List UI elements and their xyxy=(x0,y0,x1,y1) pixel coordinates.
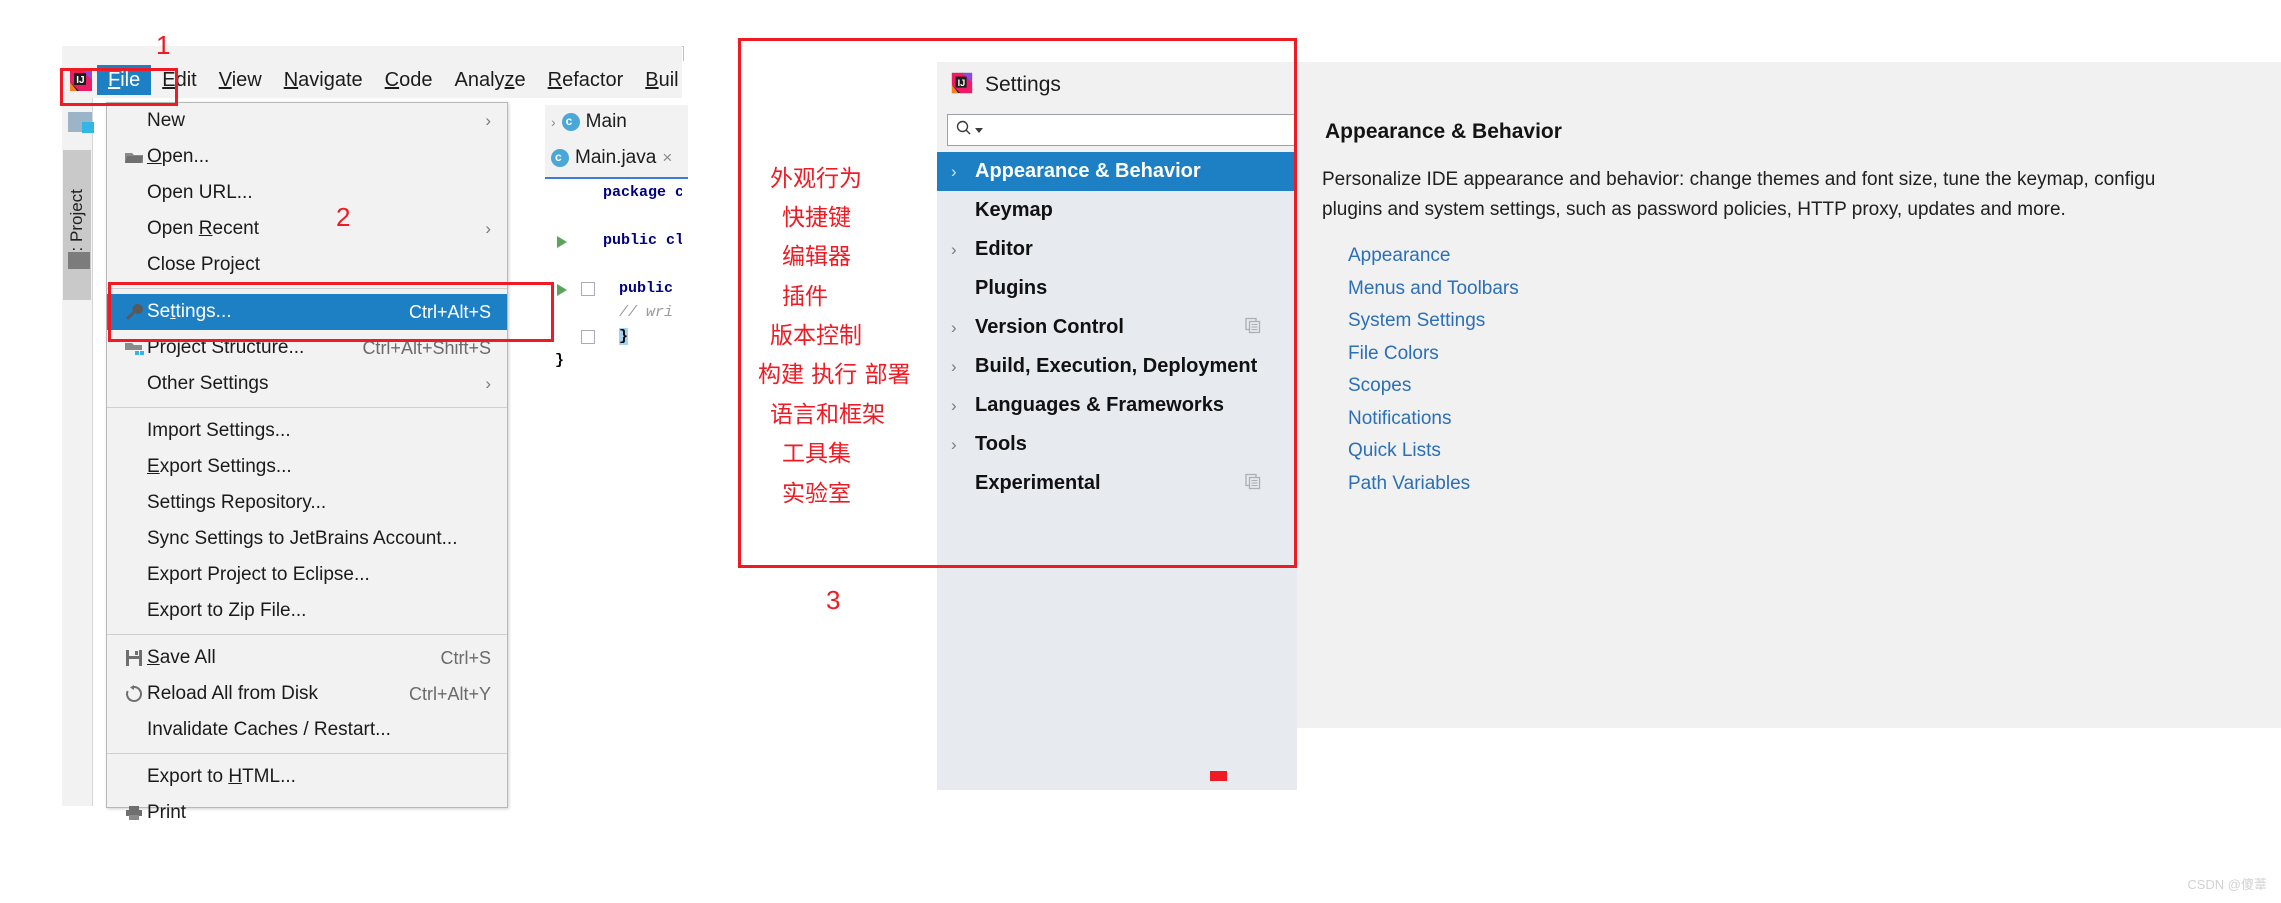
annotation-number-2: 2 xyxy=(336,202,351,232)
menu-item-label: Invalidate Caches / Restart... xyxy=(147,719,391,740)
chevron-right-icon: › xyxy=(551,114,556,130)
menu-item-reload-all[interactable]: Reload All from Disk Ctrl+Alt+Y xyxy=(107,676,507,712)
print-icon xyxy=(121,805,147,821)
sidebar-item-project[interactable]: 1: Project xyxy=(63,150,91,300)
menu-item-label: Export to Zip File... xyxy=(147,600,307,621)
page-title: Appearance & Behavior xyxy=(1325,120,1562,143)
save-icon xyxy=(121,649,147,667)
menu-item-export-eclipse[interactable]: Export Project to Eclipse... xyxy=(107,557,507,593)
menu-item-label: Settings Repository... xyxy=(147,492,327,513)
menu-item-label: Import Settings... xyxy=(147,420,291,441)
menu-item-label: Export Settings... xyxy=(147,456,292,477)
link-appearance[interactable]: Appearance xyxy=(1348,240,1519,273)
menu-item-invalidate-caches[interactable]: Invalidate Caches / Restart... xyxy=(107,712,507,748)
menu-code[interactable]: Code xyxy=(374,65,444,95)
annotation-number-3: 3 xyxy=(826,585,841,615)
code-line-3: // wri xyxy=(619,304,674,321)
menu-build[interactable]: Buil xyxy=(634,65,689,95)
link-quick-lists[interactable]: Quick Lists xyxy=(1348,435,1519,468)
menu-item-open-recent[interactable]: Open Recent › xyxy=(107,211,507,247)
java-class-icon: c xyxy=(551,149,569,167)
link-system-settings[interactable]: System Settings xyxy=(1348,305,1519,338)
project-structure-icon xyxy=(121,340,147,357)
menu-item-open[interactable]: Open... xyxy=(107,139,507,175)
menu-navigate[interactable]: Navigate xyxy=(273,65,374,95)
link-path-variables[interactable]: Path Variables xyxy=(1348,468,1519,501)
breadcrumb: › c Main xyxy=(545,105,688,140)
menu-item-open-url[interactable]: Open URL... xyxy=(107,175,507,211)
run-gutter-icon[interactable] xyxy=(557,284,567,296)
chevron-right-icon: › xyxy=(485,219,491,238)
menu-item-shortcut: Ctrl+S xyxy=(440,647,491,668)
menu-item-save-all[interactable]: Save All Ctrl+S xyxy=(107,640,507,676)
fold-marker-icon[interactable] xyxy=(581,282,595,296)
menu-separator xyxy=(107,753,507,754)
editor-tab-bar[interactable]: c Main.java × xyxy=(545,139,688,179)
menu-item-label: Other Settings xyxy=(147,373,269,394)
tab-main-java[interactable]: Main.java xyxy=(575,147,656,169)
project-tab-label: 1: Project xyxy=(67,189,86,261)
menu-item-other-settings[interactable]: Other Settings › xyxy=(107,366,507,402)
chevron-right-icon: › xyxy=(485,374,491,393)
menu-item-export-settings[interactable]: Export Settings... xyxy=(107,449,507,485)
link-notifications[interactable]: Notifications xyxy=(1348,403,1519,436)
menu-item-settings-repository[interactable]: Settings Repository... xyxy=(107,485,507,521)
code-line-2: public xyxy=(619,280,674,297)
editor-code[interactable]: package co public cla public // wri } } xyxy=(545,180,682,370)
annotation-box-1 xyxy=(60,68,178,106)
link-file-colors[interactable]: File Colors xyxy=(1348,338,1519,371)
annotation-box-3 xyxy=(738,38,1297,568)
menu-item-export-html[interactable]: Export to HTML... xyxy=(107,759,507,795)
annotation-mark xyxy=(1210,771,1227,781)
menu-item-close-project[interactable]: Close Project xyxy=(107,247,507,283)
menu-analyze[interactable]: Analyze xyxy=(443,65,536,95)
panel-description: Personalize IDE appearance and behavior:… xyxy=(1322,169,2156,220)
menu-separator xyxy=(107,407,507,408)
link-menus-and-toolbars[interactable]: Menus and Toolbars xyxy=(1348,273,1519,306)
menu-item-label: Reload All from Disk xyxy=(147,683,319,704)
link-scopes[interactable]: Scopes xyxy=(1348,370,1519,403)
reload-icon xyxy=(121,685,147,703)
folder-icon[interactable] xyxy=(68,252,90,269)
menu-item-shortcut: Ctrl+Alt+Y xyxy=(408,683,491,704)
menu-item-sync-settings[interactable]: Sync Settings to JetBrains Account... xyxy=(107,521,507,557)
folder-open-icon xyxy=(121,149,147,165)
menu-item-label: New xyxy=(147,110,186,131)
menu-separator xyxy=(107,634,507,635)
menu-item-label: Sync Settings to JetBrains Account... xyxy=(147,528,458,549)
menu-item-import-settings[interactable]: Import Settings... xyxy=(107,413,507,449)
fold-marker-icon[interactable] xyxy=(581,330,595,344)
breadcrumb-label: Main xyxy=(585,111,627,132)
menu-item-label: Print xyxy=(147,802,187,823)
menu-item-label: Close Project xyxy=(147,254,260,275)
chevron-right-icon: › xyxy=(485,111,491,130)
code-line-1: public cla xyxy=(603,232,682,249)
settings-subpage-links[interactable]: Appearance Menus and Toolbars System Set… xyxy=(1348,240,1519,500)
java-class-icon: c xyxy=(561,113,580,131)
project-folder-icon-accent xyxy=(82,122,94,133)
run-gutter-icon[interactable] xyxy=(557,236,567,248)
menu-item-label: Open URL... xyxy=(147,182,253,203)
menu-item-label: Open Recent xyxy=(147,218,259,239)
menu-item-print[interactable]: Print xyxy=(107,795,507,831)
watermark: CSDN @傻葦 xyxy=(2187,877,2267,892)
close-icon[interactable]: × xyxy=(662,148,672,168)
menu-item-new[interactable]: New › xyxy=(107,103,507,139)
menu-item-label: Export to HTML... xyxy=(147,766,296,787)
annotation-number-1: 1 xyxy=(156,30,171,60)
menu-refactor[interactable]: Refactor xyxy=(537,65,635,95)
menu-view[interactable]: View xyxy=(208,65,273,95)
annotation-box-2 xyxy=(108,282,554,342)
menu-item-export-zip[interactable]: Export to Zip File... xyxy=(107,593,507,629)
code-line-5: } xyxy=(555,352,565,369)
menu-item-label: Open... xyxy=(147,146,210,167)
code-line-0: package co xyxy=(603,184,682,201)
menu-item-label: Save All xyxy=(147,647,216,668)
file-dropdown-menu[interactable]: New › Open... Open URL... Open Recent › … xyxy=(106,102,508,823)
menu-item-label: Export Project to Eclipse... xyxy=(147,564,370,585)
code-line-4: } xyxy=(619,328,629,345)
